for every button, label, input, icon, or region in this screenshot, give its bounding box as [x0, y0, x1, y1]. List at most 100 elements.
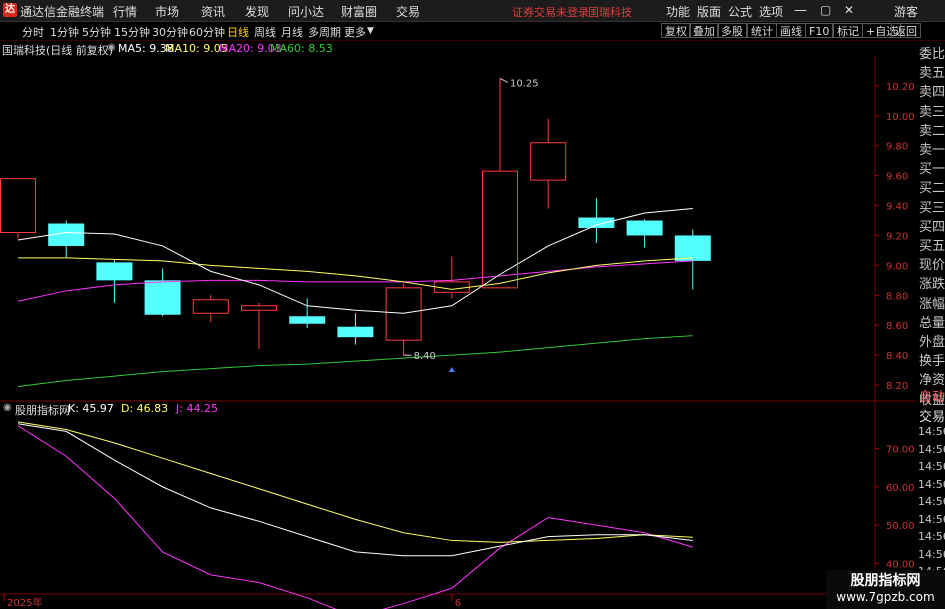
candle[interactable]	[385, 283, 422, 356]
tab-30min[interactable]: 30分钟	[152, 24, 188, 40]
draw-line-button[interactable]: 画线	[776, 23, 806, 38]
chart-area[interactable]: 10.20 10.00 9.80 9.60 9.40 9.20 9.00 8.80 8.60 8.…	[0, 56, 916, 609]
tab-1min[interactable]: 1分钟	[50, 24, 79, 40]
guest-label[interactable]: 游客	[894, 3, 918, 20]
current-position-icon	[448, 367, 455, 372]
multi-stock-button[interactable]: 多股	[717, 23, 747, 38]
quote-row-label: 买五	[919, 239, 945, 254]
tab-multi-period[interactable]: 多周期	[308, 24, 341, 40]
menu-zixun[interactable]: 资讯	[201, 3, 225, 20]
menu-hangqing[interactable]: 行情	[113, 3, 137, 20]
ma60-value: MA60: 8.53	[270, 42, 333, 55]
tab-60min[interactable]: 60分钟	[189, 24, 225, 40]
quote-row-label: 外盘	[919, 335, 945, 350]
quote-row-label: 卖一	[919, 143, 945, 158]
candle-body	[626, 220, 663, 236]
mark-button[interactable]: 标记	[833, 23, 863, 38]
candle[interactable]	[241, 302, 277, 350]
quote-row-label: 卖四	[919, 85, 945, 101]
app-name: 通达信金融终端	[20, 5, 105, 19]
tab-monthly[interactable]: 月线	[281, 24, 303, 40]
high-price-marker: 10.25	[499, 77, 539, 89]
quote-row-label: 买四	[919, 219, 945, 235]
trade-login-warning[interactable]: 证券交易未登录	[512, 4, 589, 20]
watermark: 股朋指标网 www.7gpzb.com	[826, 570, 945, 609]
candle[interactable]	[0, 178, 36, 239]
candle[interactable]	[96, 259, 133, 303]
kdj-tick-label: 40.00	[886, 559, 915, 570]
tab-daily[interactable]: 日线	[227, 24, 249, 40]
tab-weekly[interactable]: 周线	[254, 24, 276, 40]
time-tick-label: 6	[455, 598, 461, 609]
tab-fenshi[interactable]: 分时	[22, 24, 44, 40]
price-tick-label: 9.60	[886, 172, 908, 183]
candle[interactable]	[530, 118, 567, 209]
candle-body	[385, 287, 422, 341]
indicator-toggle-icon[interactable]: ◉	[107, 42, 116, 53]
candle[interactable]	[674, 229, 711, 290]
menu-xuanxiang[interactable]: 选项	[759, 3, 783, 20]
candle[interactable]	[482, 78, 518, 289]
price-tick-label: 10.00	[886, 112, 915, 123]
quote-row-label: 涨跌	[919, 277, 945, 293]
candle[interactable]	[192, 295, 229, 323]
quote-row-label: 委比	[919, 47, 945, 62]
menu-jiaoyi[interactable]: 交易	[396, 3, 420, 20]
price-tick-label: 8.80	[886, 291, 908, 302]
tab-15min[interactable]: 15分钟	[114, 24, 150, 40]
candle[interactable]	[337, 313, 374, 345]
tick-time: 14:56	[918, 442, 945, 456]
quote-row-label: 涨幅	[919, 296, 945, 312]
menu-wenxiaoda[interactable]: 问小达	[288, 3, 324, 20]
quote-row-label: 买三	[919, 200, 945, 216]
menu-faxian[interactable]: 发现	[245, 3, 269, 20]
f10-button[interactable]: F10	[805, 23, 834, 38]
trade-button[interactable]: 交易	[919, 406, 945, 425]
tick-time: 14:56	[918, 460, 945, 473]
menu-shichang[interactable]: 市场	[155, 3, 179, 20]
fuquan-button[interactable]: 复权	[661, 23, 691, 38]
back-button[interactable]: 返回	[891, 23, 921, 38]
candle[interactable]	[289, 298, 326, 329]
price-tick-label: 8.40	[886, 351, 908, 362]
price-tick-label: 9.40	[886, 202, 908, 213]
quote-side-panel: 委比 卖五 卖四 卖三 卖二 卖一 买一 买二 买三 买四 买五 现价 涨跌 涨幅 总量 外盘 换手 净资 收益 自动…	[916, 41, 945, 609]
minimize-icon[interactable]: —	[794, 3, 807, 18]
stats-button[interactable]: 统计	[747, 23, 777, 38]
price-tick-label: 9.20	[886, 231, 908, 242]
quote-row-label: 卖五	[919, 66, 945, 82]
quote-row-label: 换手	[919, 354, 945, 370]
marker-label: 8.40	[414, 351, 436, 362]
candle[interactable]	[626, 219, 663, 248]
current-stock-name: 国瑞科技	[588, 6, 632, 19]
candle[interactable]	[433, 256, 470, 299]
candle-body	[96, 262, 133, 281]
tick-time: 14:56	[918, 425, 945, 438]
quote-row-label: 总量	[919, 315, 945, 331]
price-tick-label: 8.60	[886, 321, 908, 332]
menu-caifuquan[interactable]: 财富圈	[341, 3, 377, 20]
tick-time: 14:56	[918, 512, 945, 526]
tick-time: 14:56	[918, 530, 945, 543]
auto-trade-button[interactable]: 自动	[919, 386, 945, 405]
candle-body	[0, 178, 36, 233]
tab-5min[interactable]: 5分钟	[82, 24, 111, 40]
menu-banmian[interactable]: 版面	[697, 3, 721, 20]
menu-gongneng[interactable]: 功能	[666, 3, 690, 20]
menu-gongshi[interactable]: 公式	[728, 3, 752, 20]
overlay-button[interactable]: 叠加	[689, 23, 719, 38]
kdj-k-line	[17, 423, 693, 557]
candle[interactable]	[578, 198, 615, 243]
timeframe-toolbar: 分时 1分钟 5分钟 15分钟 30分钟 60分钟 日线 周线 月线 多周期 更…	[0, 22, 945, 41]
price-tick-label: 9.80	[886, 142, 908, 153]
more-dropdown-icon[interactable]: ▼	[367, 26, 374, 36]
close-icon[interactable]: ✕	[844, 3, 854, 17]
tab-more[interactable]: 更多	[344, 24, 366, 40]
low-price-marker: 8.40	[403, 351, 436, 362]
price-tick-label: 9.00	[886, 261, 908, 272]
maximize-icon[interactable]: ▢	[820, 3, 831, 17]
quote-row-label: 卖二	[919, 123, 945, 139]
candle[interactable]	[48, 220, 85, 258]
candle[interactable]	[144, 268, 181, 317]
marker-arrow	[499, 77, 509, 83]
